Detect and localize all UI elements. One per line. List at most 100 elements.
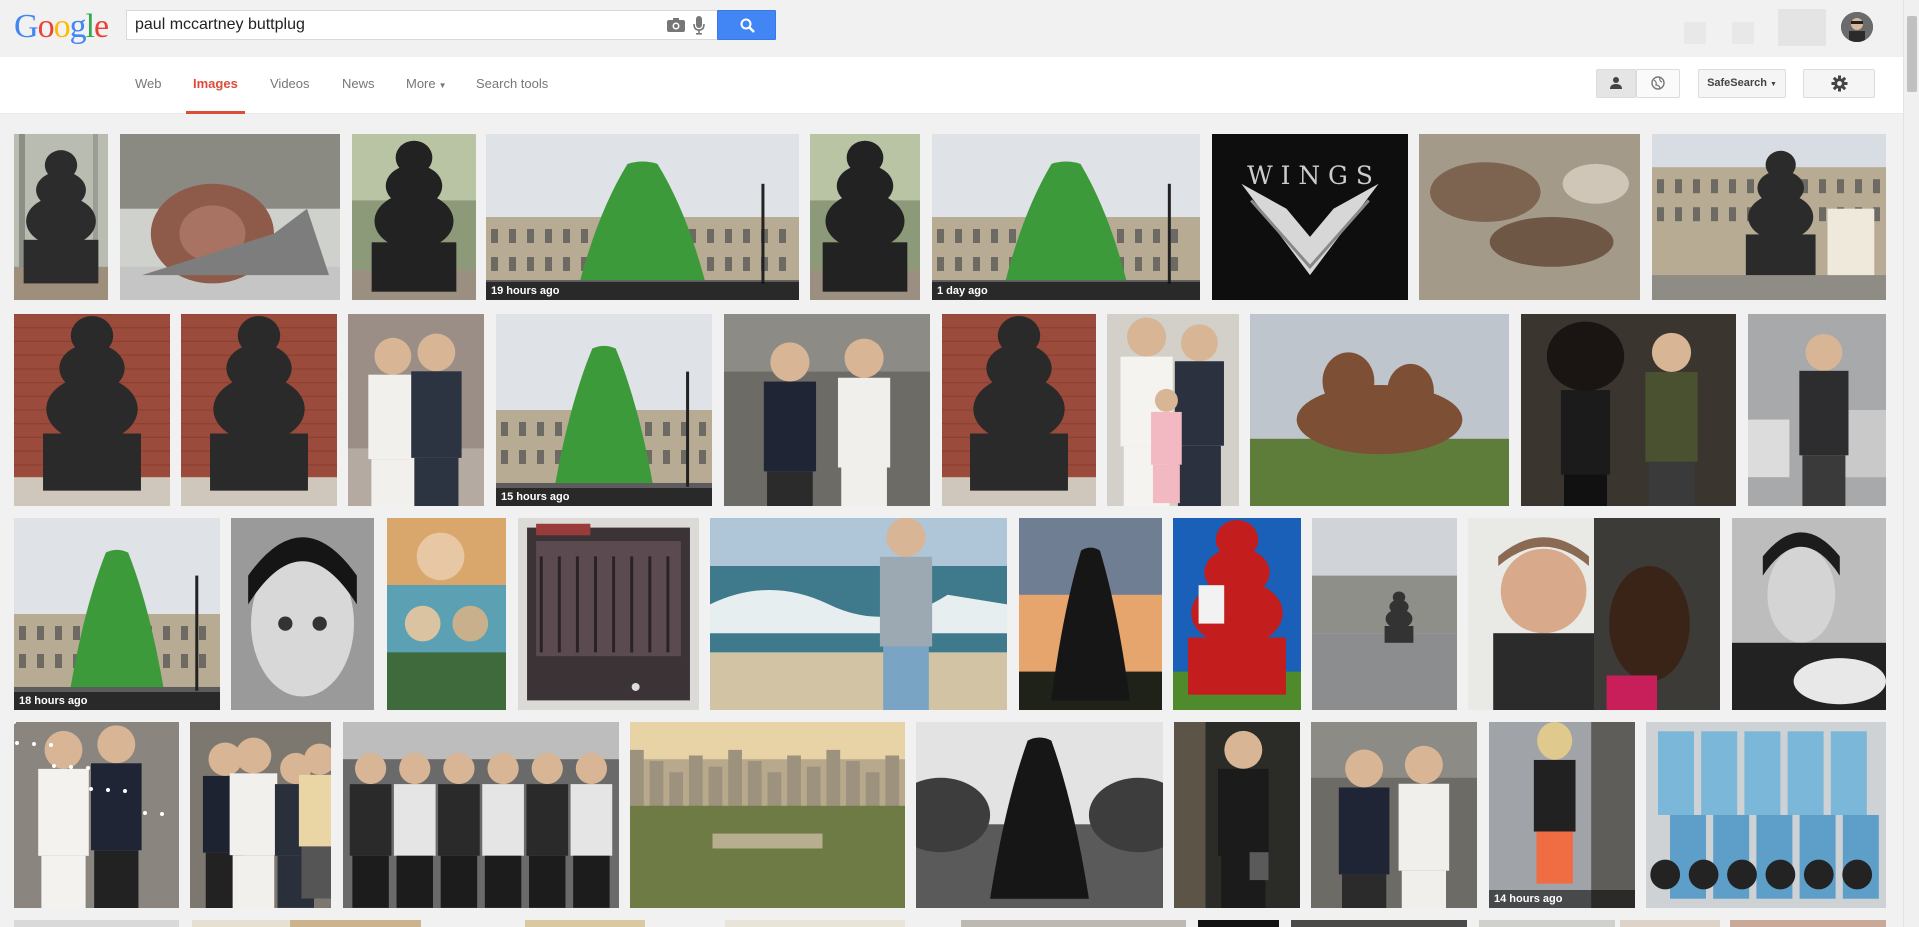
- tab-news[interactable]: News: [342, 57, 375, 114]
- scrollbar-thumb[interactable]: [1907, 16, 1917, 92]
- image-result[interactable]: 19 hours ago: [486, 134, 799, 300]
- image-result[interactable]: [348, 314, 484, 506]
- tab-more-label: More: [406, 76, 436, 91]
- tab-search-tools[interactable]: Search tools: [476, 57, 548, 114]
- notifications-placeholder[interactable]: [1732, 22, 1754, 44]
- safesearch-button[interactable]: SafeSearch ▼: [1698, 69, 1786, 98]
- image-thumbnail: [231, 518, 374, 710]
- image-thumbnail: [1732, 518, 1886, 710]
- image-thumbnail: [724, 314, 930, 506]
- image-thumbnail: [1173, 518, 1301, 710]
- image-result[interactable]: 15 hours ago: [496, 314, 712, 506]
- avatar[interactable]: [1841, 12, 1873, 42]
- image-result[interactable]: 1 day ago: [932, 134, 1200, 300]
- image-result-partial[interactable]: [1479, 920, 1615, 927]
- microphone-icon[interactable]: [693, 16, 705, 35]
- image-result-partial[interactable]: [192, 920, 292, 927]
- scrollbar[interactable]: [1903, 0, 1919, 927]
- image-result[interactable]: [231, 518, 374, 710]
- image-result[interactable]: [916, 722, 1163, 908]
- google-logo[interactable]: Google: [14, 7, 109, 47]
- image-result[interactable]: [1174, 722, 1300, 908]
- image-result[interactable]: [190, 722, 331, 908]
- image-result[interactable]: [1521, 314, 1736, 506]
- share-placeholder[interactable]: [1778, 9, 1826, 46]
- apps-placeholder[interactable]: [1684, 22, 1706, 44]
- image-thumbnail: [352, 134, 476, 300]
- image-result[interactable]: [181, 314, 337, 506]
- image-result[interactable]: [1468, 518, 1720, 710]
- image-result[interactable]: [1250, 314, 1509, 506]
- image-result[interactable]: [1646, 722, 1886, 908]
- image-thumbnail: [486, 134, 799, 300]
- image-thumbnail: [1311, 722, 1477, 908]
- search-input[interactable]: [135, 15, 655, 35]
- timestamp-label: 15 hours ago: [496, 488, 712, 506]
- logo-letter: o: [53, 8, 71, 45]
- logo-letter: G: [14, 8, 39, 45]
- image-result[interactable]: [1107, 314, 1239, 506]
- settings-button[interactable]: [1803, 69, 1875, 98]
- image-thumbnail: [810, 134, 920, 300]
- image-thumbnail: [932, 134, 1200, 300]
- gear-icon: [1831, 75, 1847, 92]
- image-result[interactable]: [1311, 722, 1477, 908]
- image-result-partial[interactable]: [725, 920, 905, 927]
- global-results-button[interactable]: [1636, 69, 1680, 98]
- tab-videos[interactable]: Videos: [270, 57, 310, 114]
- image-result[interactable]: [120, 134, 340, 300]
- image-result[interactable]: W I N G S: [1212, 134, 1408, 300]
- image-thumbnail: [181, 314, 337, 506]
- image-result[interactable]: [343, 722, 619, 908]
- image-result-partial[interactable]: [290, 920, 421, 927]
- image-result[interactable]: [942, 314, 1096, 506]
- logo-letter: e: [94, 8, 109, 45]
- image-result-partial[interactable]: [1291, 920, 1467, 927]
- image-result[interactable]: 14 hours ago: [1489, 722, 1635, 908]
- image-result-partial[interactable]: [14, 920, 179, 927]
- camera-icon[interactable]: [667, 18, 685, 32]
- image-result[interactable]: 18 hours ago: [14, 518, 220, 710]
- top-bar: Google: [0, 0, 1919, 57]
- image-result[interactable]: [14, 134, 108, 300]
- tab-more[interactable]: More ▼: [406, 57, 447, 114]
- logo-letter: l: [85, 8, 96, 45]
- logo-letter: g: [69, 8, 87, 45]
- image-result-partial[interactable]: [1198, 920, 1279, 927]
- image-result[interactable]: [1419, 134, 1640, 300]
- tab-web[interactable]: Web: [135, 57, 162, 114]
- image-result[interactable]: [1748, 314, 1886, 506]
- image-thumbnail: [630, 722, 905, 908]
- image-result-partial[interactable]: [961, 920, 1186, 927]
- personal-results-button[interactable]: [1596, 69, 1636, 98]
- tab-images[interactable]: Images: [186, 57, 245, 114]
- image-result[interactable]: [1652, 134, 1886, 300]
- image-result-partial[interactable]: [1620, 920, 1720, 927]
- image-result[interactable]: [14, 314, 170, 506]
- image-result[interactable]: [810, 134, 920, 300]
- chevron-down-icon: ▼: [438, 81, 447, 90]
- image-thumbnail: [343, 722, 619, 908]
- image-result[interactable]: [14, 722, 179, 908]
- image-result[interactable]: [518, 518, 699, 710]
- search-button[interactable]: [717, 10, 776, 40]
- image-result[interactable]: [387, 518, 506, 710]
- image-result[interactable]: [1312, 518, 1457, 710]
- image-result[interactable]: [1019, 518, 1162, 710]
- image-result[interactable]: [630, 722, 905, 908]
- image-thumbnail: [1646, 722, 1886, 908]
- image-result-partial[interactable]: [1730, 920, 1886, 927]
- image-thumbnail: [120, 134, 340, 300]
- image-result[interactable]: [1173, 518, 1301, 710]
- image-thumbnail: [14, 314, 170, 506]
- logo-letter: o: [37, 8, 55, 45]
- image-result[interactable]: [352, 134, 476, 300]
- image-result[interactable]: [710, 518, 1007, 710]
- image-thumbnail: [1419, 134, 1640, 300]
- image-result[interactable]: [1732, 518, 1886, 710]
- search-box[interactable]: [126, 10, 717, 40]
- svg-text:W I N G S: W I N G S: [1247, 161, 1373, 190]
- image-thumbnail: [518, 518, 699, 710]
- image-result-partial[interactable]: [525, 920, 645, 927]
- image-result[interactable]: [724, 314, 930, 506]
